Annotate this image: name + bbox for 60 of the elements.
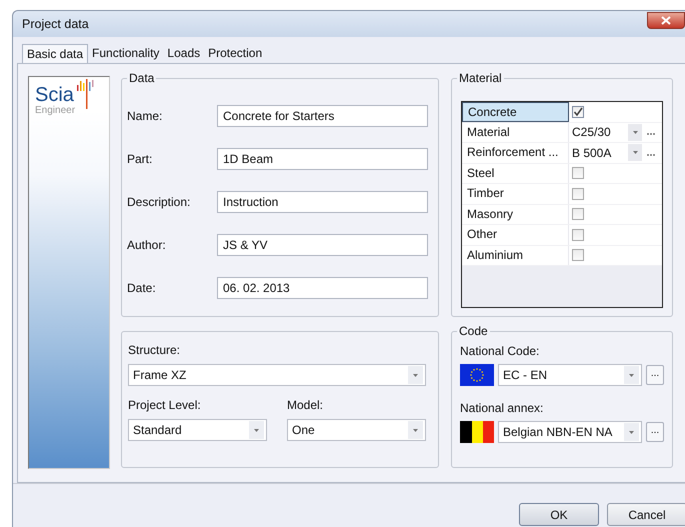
field-label: Project Level:	[128, 398, 202, 412]
tab[interactable]: Protection	[204, 44, 266, 63]
text-field[interactable]: 06. 02. 2013	[217, 277, 428, 299]
text-field[interactable]: Concrete for Starters	[217, 105, 428, 127]
caret-icon	[413, 374, 418, 376]
group-title: Code	[457, 324, 490, 338]
checkbox[interactable]	[572, 208, 584, 220]
caret-icon	[413, 428, 418, 432]
property-label[interactable]: Reinforcement ...	[462, 143, 569, 162]
project-level-dropdown[interactable]: Standard	[128, 419, 267, 441]
tab[interactable]: Loads	[163, 44, 204, 63]
text-field[interactable]: JS & YV	[217, 234, 428, 256]
field-label: Model:	[287, 398, 324, 412]
caret-icon	[629, 430, 634, 434]
close-button[interactable]	[647, 12, 685, 28]
check-icon	[573, 106, 583, 117]
group-title: Data	[127, 71, 156, 85]
code-dropdown[interactable]: Belgian NBN-EN NA	[498, 421, 642, 443]
browse-button[interactable]: ...	[646, 365, 664, 385]
dropdown-button[interactable]	[628, 124, 642, 141]
logo-text: Scia	[35, 85, 74, 105]
field-label: Date:	[127, 281, 156, 295]
property-value: C25/30	[572, 125, 612, 140]
field-label: National Code:	[460, 344, 540, 358]
checkbox[interactable]	[572, 106, 584, 118]
checkbox[interactable]	[572, 249, 584, 262]
tab[interactable]: Functionality	[88, 44, 164, 63]
code-dropdown[interactable]: EC - EN	[498, 364, 642, 386]
field-label: Name:	[127, 109, 162, 123]
browse-button[interactable]: ...	[646, 422, 664, 442]
property-label[interactable]: Concrete	[462, 102, 569, 122]
text-field[interactable]: 1D Beam	[217, 148, 428, 170]
field-label: Author:	[127, 238, 166, 252]
dropdown-button[interactable]	[628, 144, 642, 162]
field-label: Description:	[127, 195, 190, 209]
close-icon	[661, 16, 671, 24]
property-value: B 500A	[572, 146, 612, 160]
caret-icon	[632, 130, 638, 134]
flag-icon	[460, 421, 494, 443]
logo-subtitle: Engineer	[35, 105, 76, 116]
field-label: Structure:	[128, 343, 182, 357]
group-title: Material	[457, 71, 504, 85]
checkbox[interactable]	[572, 228, 584, 241]
field-label: National annex:	[460, 401, 544, 415]
text-field[interactable]: Instruction	[217, 191, 428, 213]
checkbox[interactable]	[572, 167, 584, 180]
tab[interactable]: Basic data	[22, 44, 88, 63]
field-label: Part:	[127, 152, 152, 166]
structure-dropdown[interactable]: Frame XZ	[128, 364, 426, 386]
caret-icon	[629, 374, 634, 376]
dialog-button[interactable]: Cancel	[607, 503, 685, 526]
caret-icon	[254, 428, 259, 432]
window-title: Project data	[22, 17, 89, 31]
logo-bars-icon	[74, 79, 95, 109]
flag-icon	[460, 364, 494, 386]
dialog-button[interactable]: OK	[519, 503, 599, 526]
checkbox[interactable]	[572, 188, 584, 200]
property-label[interactable]: Material	[462, 122, 569, 142]
model-dropdown[interactable]: One	[287, 419, 426, 441]
caret-icon	[632, 151, 638, 154]
